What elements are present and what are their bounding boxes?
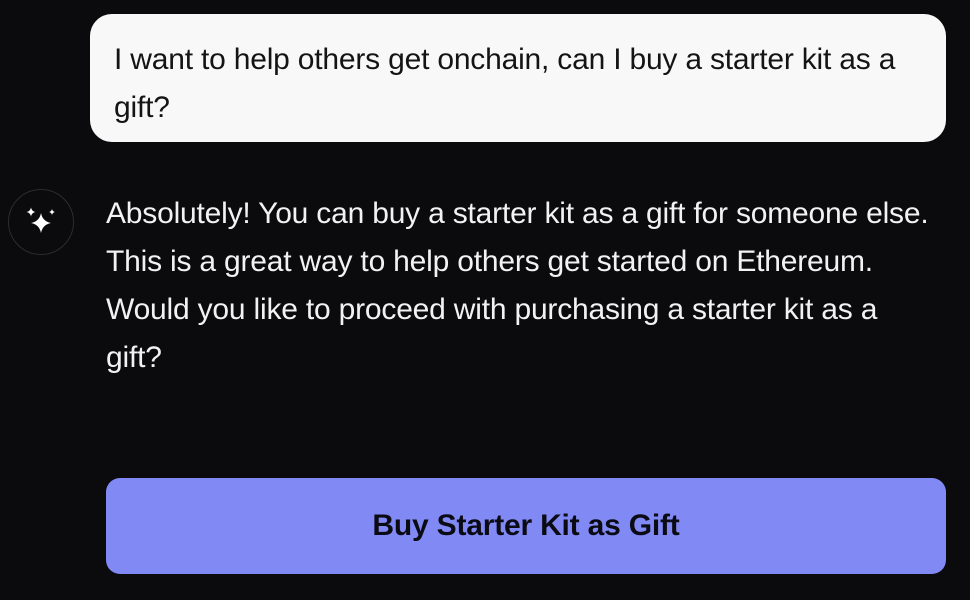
assistant-avatar (8, 189, 74, 255)
user-message-text: I want to help others get onchain, can I… (114, 43, 896, 124)
assistant-message-text: Absolutely! You can buy a starter kit as… (106, 197, 929, 374)
user-message-bubble: I want to help others get onchain, can I… (90, 14, 946, 142)
assistant-message: Absolutely! You can buy a starter kit as… (106, 190, 936, 382)
buy-starter-kit-gift-button[interactable]: Buy Starter Kit as Gift (106, 478, 946, 574)
chat-thread: I want to help others get onchain, can I… (0, 0, 970, 600)
sparkles-icon (24, 205, 58, 239)
